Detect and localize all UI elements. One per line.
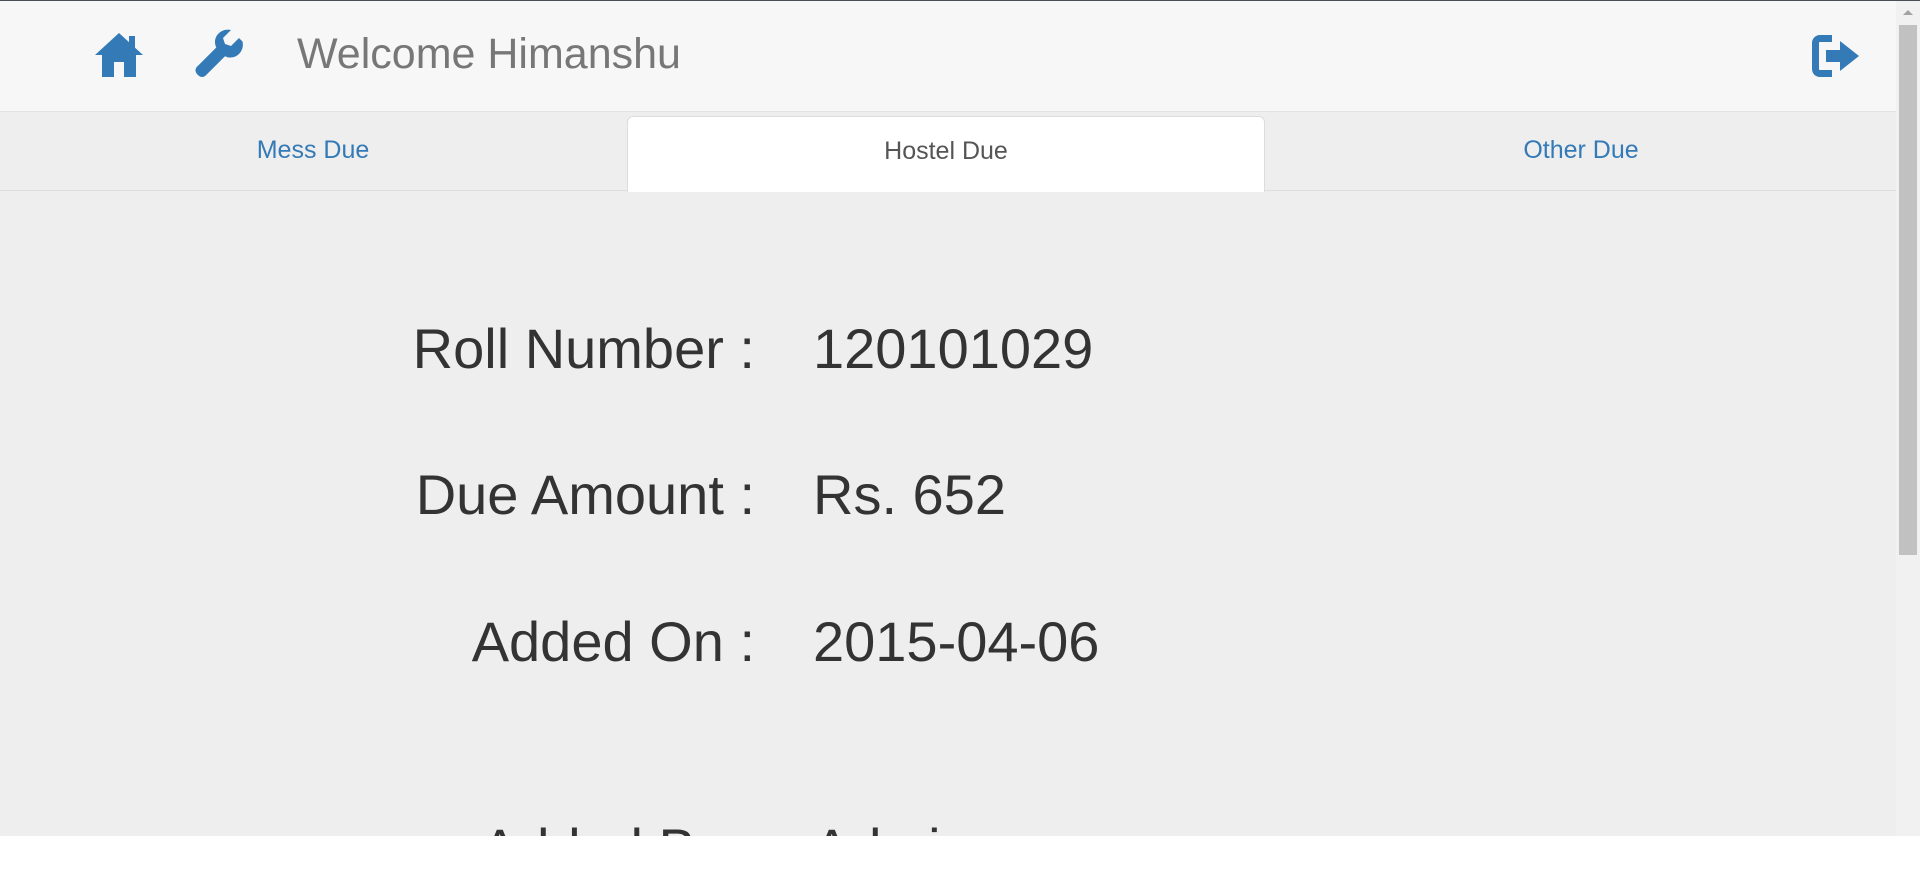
- tab-other-due[interactable]: Other Due: [1266, 116, 1896, 191]
- due-amount-label: Due Amount :: [415, 463, 755, 526]
- wrench-icon: [195, 29, 243, 77]
- tab-mess-due[interactable]: Mess Due: [0, 116, 626, 191]
- vertical-scrollbar[interactable]: [1896, 1, 1920, 836]
- home-icon: [95, 33, 143, 77]
- added-on-value: 2015-04-06: [813, 610, 1100, 673]
- settings-button[interactable]: [194, 29, 244, 79]
- added-by-label: Added By :: [481, 819, 755, 837]
- due-details: Roll Number : 120101029 Due Amount : Rs.…: [0, 191, 1896, 837]
- added-by-value: Admin: [813, 819, 1103, 837]
- app-viewport: Welcome Himanshu Mess Due Hostel Due Oth…: [0, 0, 1920, 836]
- welcome-title: Welcome Himanshu: [297, 30, 681, 78]
- home-button[interactable]: [93, 29, 145, 81]
- top-navbar: Welcome Himanshu: [0, 1, 1896, 112]
- tab-hostel-due[interactable]: Hostel Due: [627, 116, 1265, 192]
- scroll-up-button[interactable]: [1896, 1, 1920, 25]
- due-tabs: Mess Due Hostel Due Other Due: [0, 112, 1896, 192]
- scroll-up-arrow-icon: [1903, 10, 1913, 15]
- due-amount-value: Rs. 652: [813, 463, 1006, 526]
- added-on-label: Added On :: [471, 610, 755, 673]
- logout-icon: [1812, 35, 1859, 77]
- roll-number-label: Roll Number :: [412, 317, 755, 380]
- scrollbar-thumb[interactable]: [1899, 25, 1917, 555]
- logout-button[interactable]: [1810, 31, 1862, 81]
- roll-number-value: 120101029: [813, 317, 1094, 380]
